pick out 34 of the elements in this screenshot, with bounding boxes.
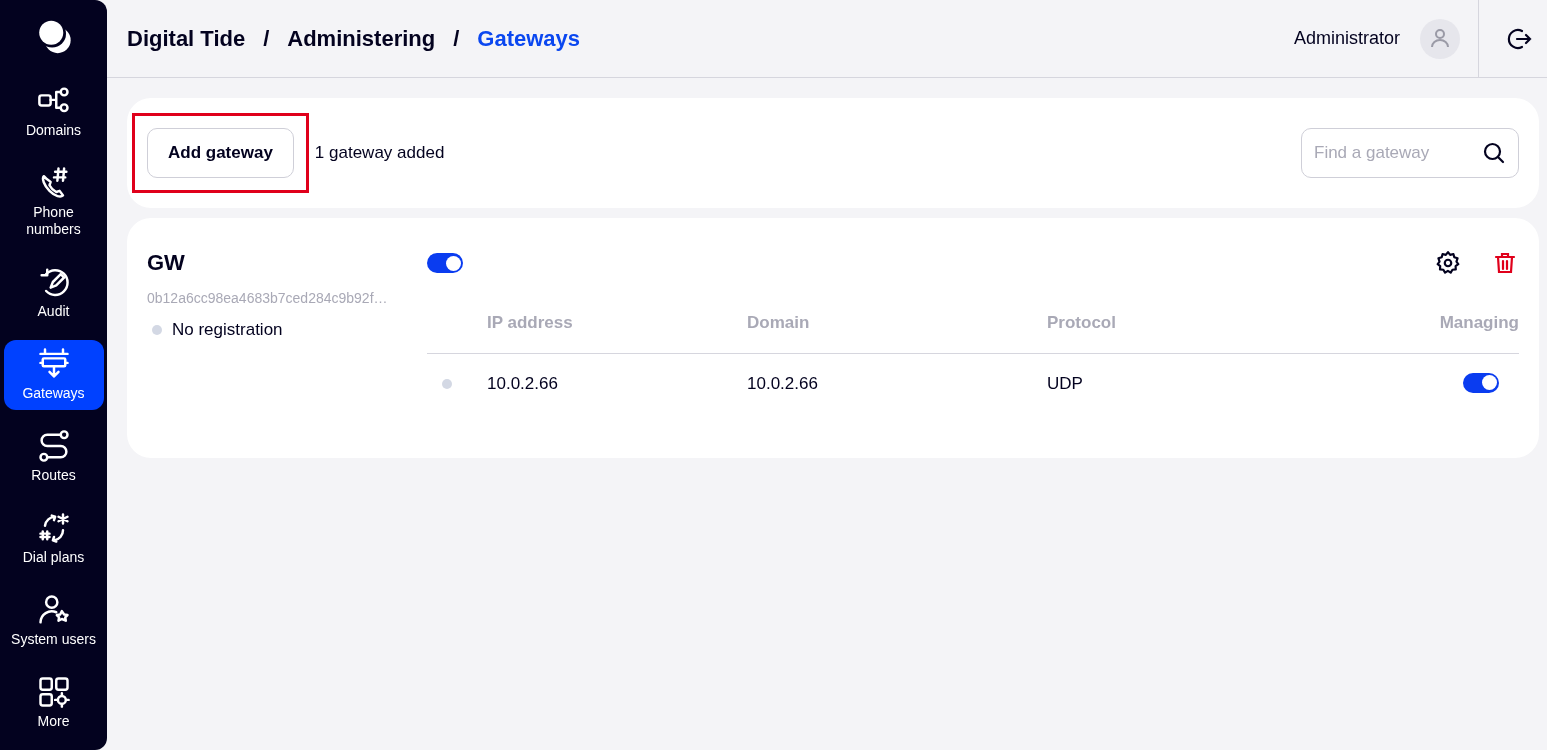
gateway-id: 0b12a6cc98ea4683b7ced284c9b92f…	[147, 290, 389, 306]
breadcrumb-separator: /	[263, 25, 270, 52]
status-dot	[442, 379, 452, 389]
sidebar-item[interactable]: More	[3, 668, 104, 738]
search-field[interactable]: Find a gateway	[1301, 128, 1519, 178]
column-header: IP address	[487, 313, 574, 333]
search-icon[interactable]	[1482, 141, 1506, 165]
column-header: Managing	[1439, 313, 1519, 333]
user-name: Administrator	[1293, 28, 1400, 49]
sidebar-item[interactable]: Domains	[3, 77, 104, 147]
table-cell-text: 10.0.2.66	[747, 374, 819, 394]
sidebar-item[interactable]: Audit	[3, 258, 104, 328]
table-cell-text: UDP	[1047, 374, 1084, 394]
registration-status: No registration	[172, 320, 283, 340]
delete-icon[interactable]	[1493, 250, 1517, 276]
column-header: Domain	[747, 313, 811, 333]
gateway-count: 1 gateway added	[314, 143, 446, 163]
sidebar-item[interactable]: Gateways	[3, 340, 104, 410]
enable-toggle[interactable]	[427, 253, 463, 273]
settings-icon[interactable]	[1435, 250, 1461, 276]
status-dot	[152, 325, 162, 335]
sidebar-item[interactable]: Dial plans	[3, 504, 104, 574]
table-cell-text: 10.0.2.66	[487, 374, 559, 394]
add-gateway-button[interactable]: Add gateway	[147, 128, 294, 178]
sidebar-item[interactable]: Phone numbers	[3, 159, 104, 246]
sidebar-item[interactable]: Routes	[3, 422, 104, 492]
breadcrumb-link[interactable]: Gateways	[477, 25, 581, 52]
sidebar-item[interactable]: System users	[3, 586, 104, 656]
managing-toggle[interactable]	[1463, 372, 1499, 393]
breadcrumb-link[interactable]: Digital Tide	[127, 25, 246, 52]
column-header: Protocol	[1047, 313, 1117, 333]
gateway-name: GW	[147, 250, 186, 276]
breadcrumb-separator: /	[453, 25, 460, 52]
breadcrumb-link[interactable]: Administering	[287, 25, 436, 52]
